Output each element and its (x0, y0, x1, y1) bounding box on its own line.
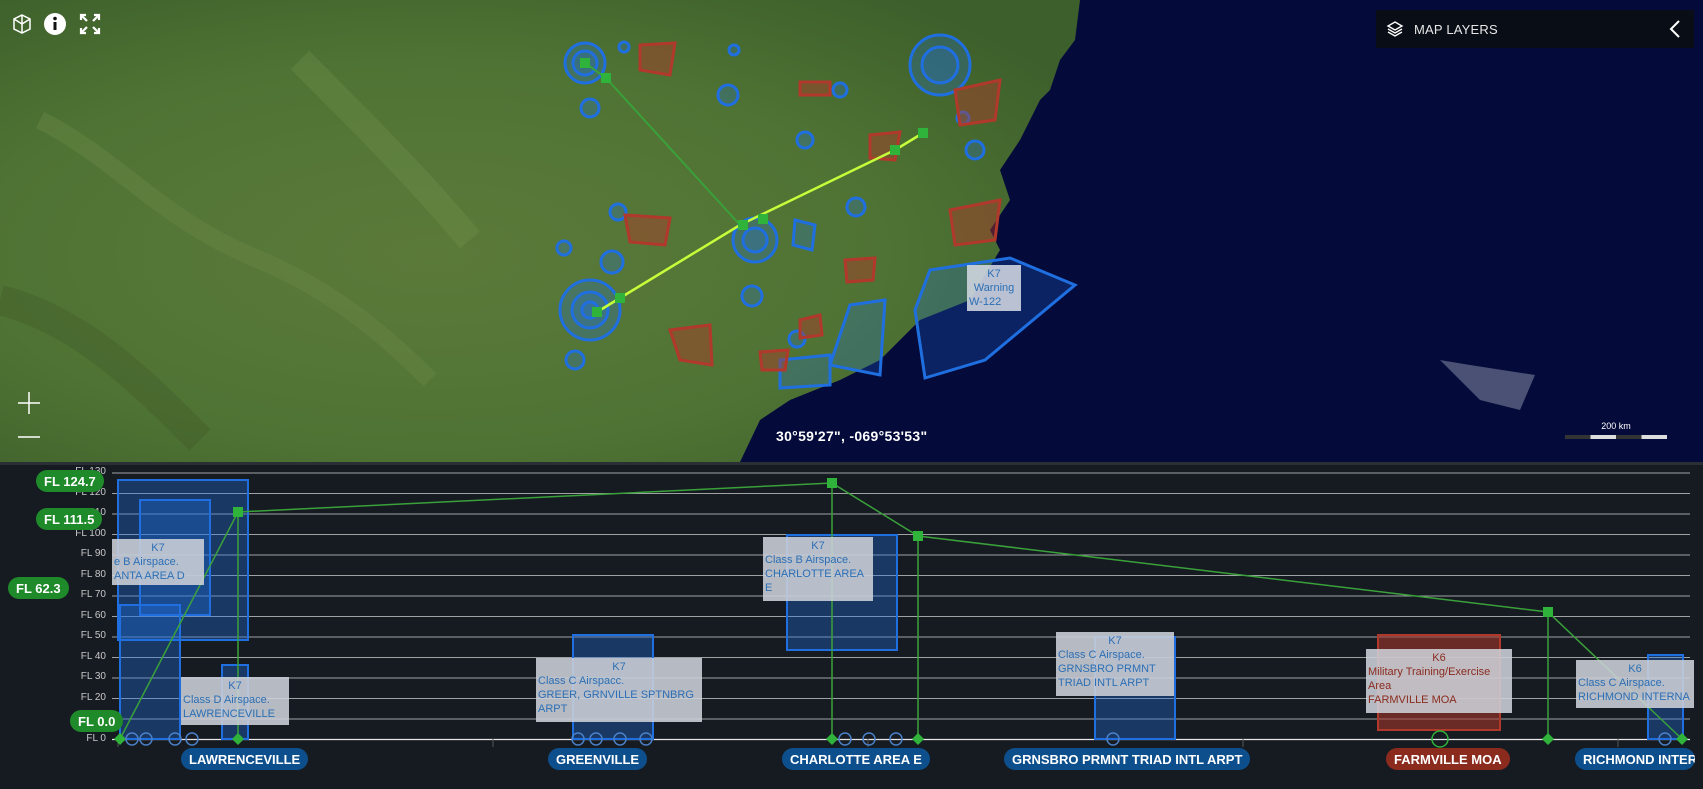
flight-level-label: FL 124.7 (36, 470, 104, 492)
waypoint-greenville[interactable]: GREENVILLE (548, 748, 648, 770)
airspace-label: K7 Class C Airspacc. GREER, GRNVILLE SPT… (536, 658, 702, 722)
vertical-profile-panel[interactable]: FL 0FL 10FL 20FL 30FL 40FL 50FL 60FL 70F… (0, 462, 1703, 789)
waypoint-lawrenceville[interactable]: LAWRENCEVILLE (181, 748, 309, 770)
altitude-tick: FL 40 (80, 650, 106, 662)
profile-chart (112, 472, 1690, 748)
altitude-tick: FL 80 (80, 568, 106, 580)
zoom-out-button[interactable] (14, 422, 44, 452)
warning-code: K7 (987, 268, 1001, 280)
airspace-label: K7 Class B Airspace. CHARLOTTE AREA E (763, 537, 873, 601)
layers-icon (1386, 20, 1404, 38)
flight-level-label: FL 62.3 (8, 577, 69, 599)
chevron-left-icon[interactable] (1668, 18, 1682, 43)
warning-name: W-122 (969, 296, 1002, 308)
warning-area-label: K7 Warning W-122 (967, 265, 1021, 311)
altitude-tick: FL 0 (86, 732, 106, 744)
waypoint-farmville-moa[interactable]: FARMVILLE MOA (1386, 748, 1510, 770)
airspace-label: K6 Military Training/Exercise Area FARMV… (1366, 649, 1512, 713)
info-icon[interactable] (41, 10, 69, 38)
altitude-tick: FL 60 (80, 609, 106, 621)
map-layers-label: MAP LAYERS (1414, 21, 1498, 37)
fullscreen-icon[interactable] (76, 10, 104, 38)
map-layers-panel[interactable]: MAP LAYERS (1376, 10, 1694, 48)
warning-type: Warning (973, 282, 1015, 294)
cursor-coordinates: 30°59'27", -069°53'53" (776, 428, 928, 444)
airspace-label: K7 Class C Airspace. GRNSBRO PRMNT TRIAD… (1056, 632, 1174, 696)
map-canvas[interactable] (0, 0, 1703, 462)
waypoint-charlotte-area-e[interactable]: CHARLOTTE AREA E (782, 748, 930, 770)
airspace-label: K6 Class C Airspace. RICHMOND INTERNA (1576, 660, 1694, 708)
altitude-tick: FL 30 (80, 671, 106, 682)
scale-label: 200 km (1601, 421, 1631, 431)
flight-level-label: FL 0.0 (70, 710, 124, 732)
map-view[interactable]: MAP LAYERS K7 Warning W-122 30°59'27", -… (0, 0, 1703, 462)
airspace-label: K7 e B Airspace. ANTA AREA D (112, 539, 204, 585)
altitude-tick: FL 90 (80, 548, 106, 559)
cube-icon[interactable] (8, 10, 36, 38)
waypoint-richmond[interactable]: RICHMOND INTERN (1575, 748, 1695, 770)
zoom-in-button[interactable] (14, 388, 44, 418)
flight-level-label: FL 111.5 (36, 508, 103, 530)
scale-bar: 200 km (1565, 421, 1667, 439)
waypoint-grnsbro-triad[interactable]: GRNSBRO PRMNT TRIAD INTL ARPT (1004, 748, 1251, 770)
altitude-tick: FL 50 (80, 630, 106, 641)
altitude-tick: FL 20 (80, 691, 106, 703)
airspace-label: K7 Class D Airspace. LAWRENCEVILLE (181, 677, 289, 725)
